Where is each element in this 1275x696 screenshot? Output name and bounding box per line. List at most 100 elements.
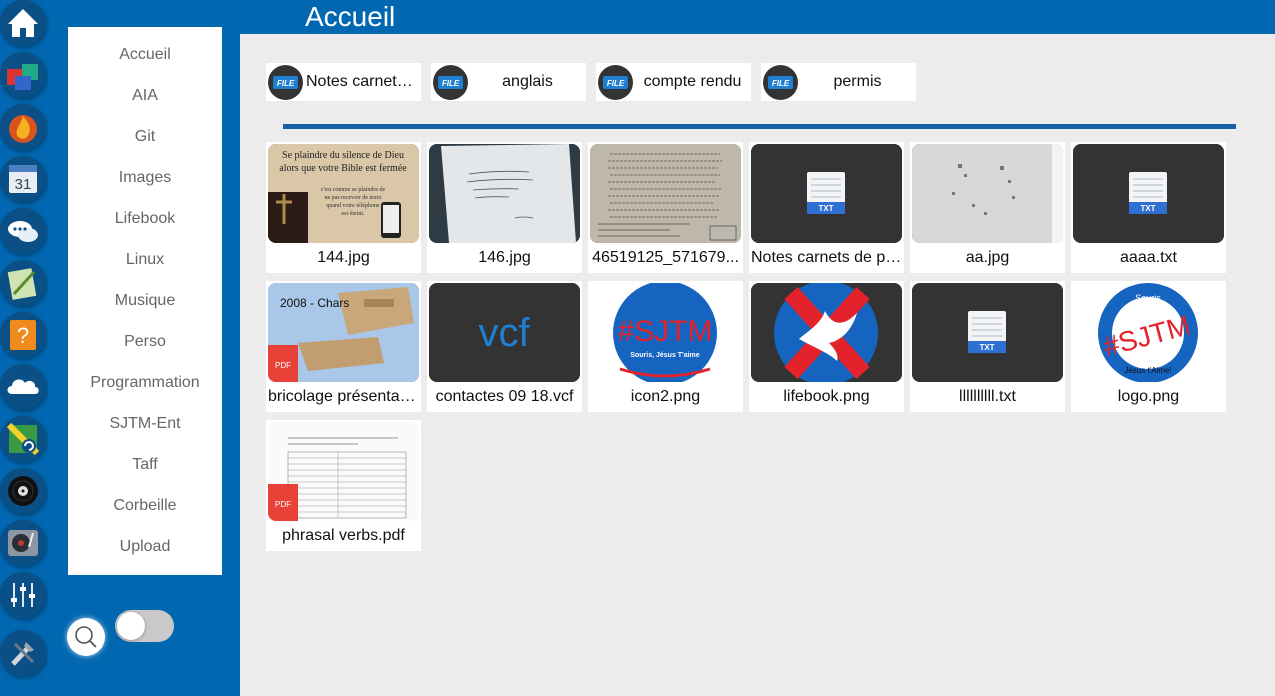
sync-icon[interactable] bbox=[0, 416, 46, 462]
menu-item-upload[interactable]: Upload bbox=[68, 526, 222, 567]
file-card-notes-carnets[interactable]: TXT Notes carnets de poche bbox=[749, 142, 904, 273]
search-button[interactable] bbox=[67, 618, 105, 656]
folder-menu: Accueil AIA Git Images Lifebook Linux Mu… bbox=[68, 27, 222, 575]
file-card-aa-jpg[interactable]: aa.jpg bbox=[910, 142, 1065, 273]
lifebook-logo-thumbnail bbox=[751, 283, 902, 382]
svg-text:alors que votre Bible est ferm: alors que votre Bible est fermée bbox=[279, 163, 407, 174]
folder-label: permis bbox=[833, 73, 882, 90]
menu-item-perso[interactable]: Perso bbox=[68, 321, 222, 362]
folder-file-icon: FILE bbox=[763, 65, 798, 100]
svg-text:2008 - Chars: 2008 - Chars bbox=[280, 296, 349, 310]
help-book-icon[interactable]: ? bbox=[0, 312, 46, 358]
image-thumbnail: Se plaindre du silence de Dieu alors que… bbox=[268, 144, 419, 243]
folder-label: Notes carnets de poche bbox=[306, 73, 419, 90]
file-card-144-jpg[interactable]: Se plaindre du silence de Dieu alors que… bbox=[266, 142, 421, 273]
file-card-icon2-png[interactable]: #SJTM Souris, Jésus T'aime icon2.png bbox=[588, 281, 743, 412]
svg-text:TXT: TXT bbox=[979, 343, 994, 352]
pdf-thumbnail: PDF bbox=[268, 422, 419, 521]
folder-permis[interactable]: FILE permis bbox=[761, 63, 916, 101]
svg-text:Souris, Jésus T'aime: Souris, Jésus T'aime bbox=[630, 352, 699, 359]
file-card-46519125-jpg[interactable]: 46519125_571679... bbox=[588, 142, 743, 273]
svg-text:PDF: PDF bbox=[275, 500, 291, 509]
folder-file-icon: FILE bbox=[268, 65, 303, 100]
file-name: 146.jpg bbox=[478, 249, 531, 266]
sjtm-logo-thumbnail: #SJTM Souris, Jésus T'aime bbox=[590, 283, 741, 382]
svg-text:c'est comme se plaindre de: c'est comme se plaindre de bbox=[321, 187, 386, 193]
file-name: llllllllll.txt bbox=[959, 388, 1016, 405]
file-name: Notes carnets de poche bbox=[751, 249, 902, 266]
file-card-lifebook-png[interactable]: lifebook.png bbox=[749, 281, 904, 412]
sliders-icon[interactable] bbox=[0, 572, 46, 618]
page-title: Accueil bbox=[305, 1, 396, 32]
svg-text:?: ? bbox=[17, 323, 29, 348]
file-card-phrasal-verbs-pdf[interactable]: PDF phrasal verbs.pdf bbox=[266, 420, 421, 551]
svg-text:est éteint.: est éteint. bbox=[342, 211, 365, 217]
image-thumbnail bbox=[912, 144, 1063, 243]
home-icon[interactable] bbox=[0, 0, 46, 46]
svg-text:quand votre téléphone: quand votre téléphone bbox=[326, 203, 380, 209]
folder-compte-rendu[interactable]: FILE compte rendu bbox=[596, 63, 751, 101]
svg-text:ne pas recevoir de texto: ne pas recevoir de texto bbox=[325, 195, 382, 201]
file-name: icon2.png bbox=[630, 388, 701, 405]
file-name: contactes 09 18.vcf bbox=[435, 388, 574, 405]
vinyl-icon[interactable] bbox=[0, 468, 46, 514]
menu-item-sjtm-ent[interactable]: SJTM-Ent bbox=[68, 403, 222, 444]
svg-text:FILE: FILE bbox=[772, 79, 790, 88]
file-card-logo-png[interactable]: Souris #SJTM Jésus t'Aime! logo.png bbox=[1071, 281, 1226, 412]
txt-file-icon: TXT bbox=[1073, 144, 1224, 243]
folder-file-icon: FILE bbox=[598, 65, 633, 100]
folder-file-icon: FILE bbox=[433, 65, 468, 100]
tools-icon[interactable] bbox=[0, 630, 46, 676]
menu-item-aia[interactable]: AIA bbox=[68, 75, 222, 116]
svg-text:#SJTM: #SJTM bbox=[617, 315, 712, 348]
file-card-aaaa-txt[interactable]: TXT aaaa.txt bbox=[1071, 142, 1226, 273]
svg-text:FILE: FILE bbox=[442, 79, 460, 88]
svg-text:vcf: vcf bbox=[478, 311, 530, 355]
file-name: bricolage présentation.pdf bbox=[268, 388, 419, 405]
section-divider bbox=[283, 124, 1236, 129]
file-card-146-jpg[interactable]: 146.jpg bbox=[427, 142, 582, 273]
file-card-contactes-vcf[interactable]: vcf contactes 09 18.vcf bbox=[427, 281, 582, 412]
chat-icon[interactable] bbox=[0, 208, 46, 254]
notepad-icon[interactable] bbox=[0, 260, 46, 306]
svg-text:Jésus t'Aime!: Jésus t'Aime! bbox=[1124, 366, 1171, 375]
folder-label: anglais bbox=[502, 73, 553, 90]
sjtm-logo-thumbnail: Souris #SJTM Jésus t'Aime! bbox=[1073, 283, 1224, 382]
txt-file-icon: TXT bbox=[751, 144, 902, 243]
cubes-icon[interactable] bbox=[0, 52, 46, 98]
flame-icon[interactable] bbox=[0, 104, 46, 150]
menu-item-corbeille[interactable]: Corbeille bbox=[68, 485, 222, 526]
folder-anglais[interactable]: FILE anglais bbox=[431, 63, 586, 101]
folder-label: compte rendu bbox=[643, 73, 742, 90]
menu-item-programmation[interactable]: Programmation bbox=[68, 362, 222, 403]
toggle-knob bbox=[117, 612, 145, 640]
pdf-thumbnail: 2008 - Chars PDF bbox=[268, 283, 419, 382]
svg-text:FILE: FILE bbox=[277, 79, 295, 88]
svg-text:TXT: TXT bbox=[818, 204, 833, 213]
menu-item-accueil[interactable]: Accueil bbox=[68, 34, 222, 75]
file-name: lifebook.png bbox=[783, 388, 870, 405]
svg-text:31: 31 bbox=[15, 176, 32, 193]
search-icon bbox=[75, 626, 97, 648]
file-name: logo.png bbox=[1117, 388, 1180, 405]
menu-item-lifebook[interactable]: Lifebook bbox=[68, 198, 222, 239]
file-name: 144.jpg bbox=[317, 249, 370, 266]
svg-text:TXT: TXT bbox=[1140, 204, 1155, 213]
menu-item-taff[interactable]: Taff bbox=[68, 444, 222, 485]
file-name: aaaa.txt bbox=[1120, 249, 1177, 266]
cloud-icon[interactable] bbox=[0, 364, 46, 410]
svg-text:FILE: FILE bbox=[607, 79, 625, 88]
file-card-bricolage-pdf[interactable]: 2008 - Chars PDF bricolage présentation.… bbox=[266, 281, 421, 412]
file-name: 46519125_571679... bbox=[592, 249, 739, 266]
turntable-icon[interactable] bbox=[0, 520, 46, 566]
menu-item-images[interactable]: Images bbox=[68, 157, 222, 198]
menu-item-musique[interactable]: Musique bbox=[68, 280, 222, 321]
file-card-llllllllll-txt[interactable]: TXT llllllllll.txt bbox=[910, 281, 1065, 412]
svg-text:PDF: PDF bbox=[275, 361, 291, 370]
view-toggle[interactable] bbox=[115, 610, 174, 642]
menu-item-git[interactable]: Git bbox=[68, 116, 222, 157]
txt-file-icon: TXT bbox=[912, 283, 1063, 382]
calendar-icon[interactable]: 31 bbox=[0, 156, 46, 202]
folder-notes-carnets[interactable]: FILE Notes carnets de poche bbox=[266, 63, 421, 101]
menu-item-linux[interactable]: Linux bbox=[68, 239, 222, 280]
